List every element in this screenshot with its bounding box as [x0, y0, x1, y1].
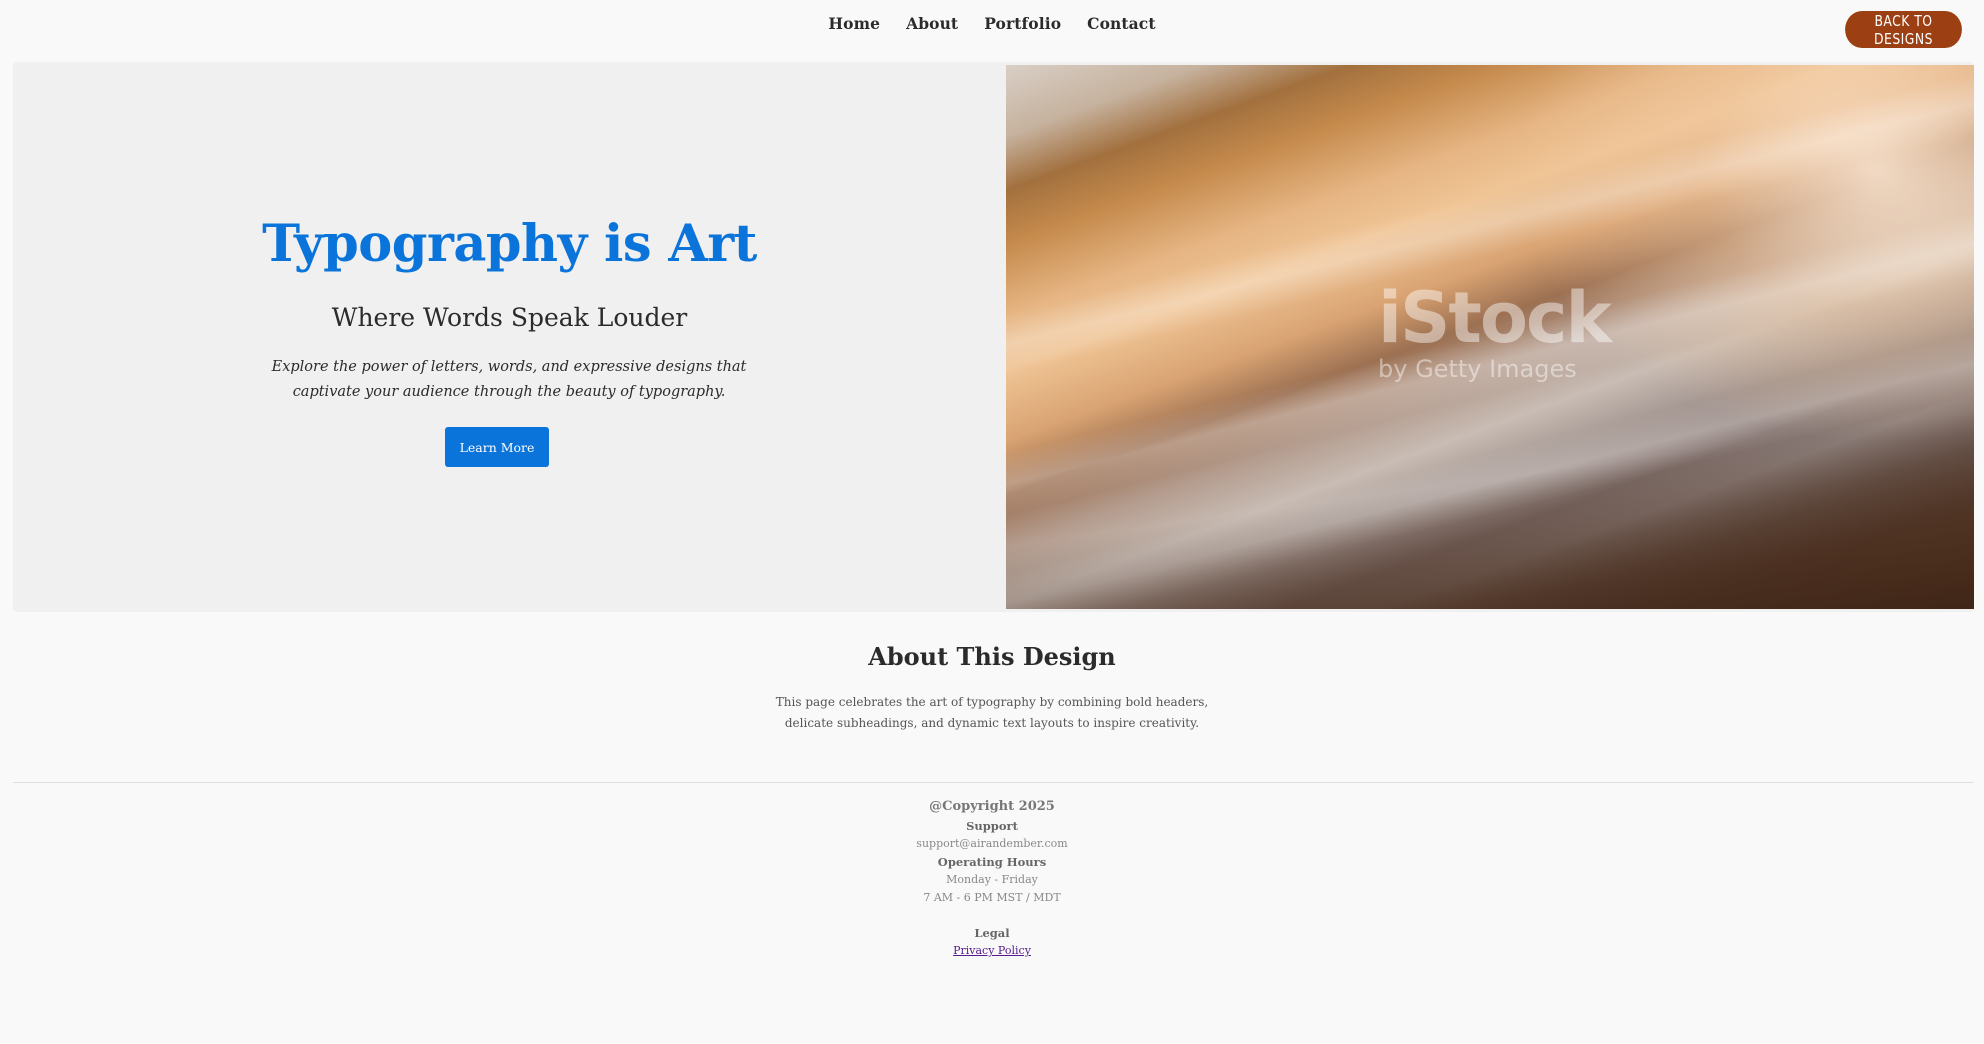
footer: @Copyright 2025 Support support@airandem…: [0, 796, 1984, 960]
support-email: support@airandember.com: [916, 837, 1068, 850]
watermark-main-text: iStock: [1378, 277, 1612, 359]
learn-more-button[interactable]: Learn More: [445, 427, 549, 467]
hero-section: Typography is Art Where Words Speak Loud…: [13, 62, 1974, 612]
top-navigation: Home About Portfolio Contact: [0, 14, 1984, 33]
footer-spacer: [0, 907, 1984, 924]
support-heading: Support: [966, 819, 1018, 833]
nav-link-about[interactable]: About: [906, 14, 958, 33]
copyright-text: @Copyright 2025: [929, 799, 1055, 814]
nav-link-contact[interactable]: Contact: [1087, 14, 1155, 33]
about-title: About This Design: [868, 642, 1116, 671]
legal-heading: Legal: [974, 926, 1010, 940]
watermark-sub-text: by Getty Images: [1378, 355, 1577, 383]
hours-time: 7 AM - 6 PM MST / MDT: [923, 891, 1061, 904]
hero-book-image: iStock by Getty Images: [1006, 65, 1974, 609]
hero-description: Explore the power of letters, words, and…: [271, 359, 747, 400]
back-to-designs-button[interactable]: Back to Designs: [1845, 11, 1962, 48]
istock-watermark: iStock by Getty Images: [1378, 277, 1612, 383]
hero-title: Typography is Art: [262, 214, 757, 274]
hero-text-panel: Typography is Art Where Words Speak Loud…: [13, 62, 1006, 612]
hours-heading: Operating Hours: [937, 855, 1047, 869]
about-text: This page celebrates the art of typograp…: [775, 695, 1209, 730]
nav-link-portfolio[interactable]: Portfolio: [984, 14, 1061, 33]
privacy-line: Privacy Policy: [0, 942, 1984, 960]
privacy-policy-link[interactable]: Privacy Policy: [953, 944, 1031, 957]
hero-subtitle: Where Words Speak Louder: [331, 303, 688, 332]
nav-link-home[interactable]: Home: [828, 14, 880, 33]
hours-days: Monday - Friday: [946, 873, 1038, 886]
footer-divider: [13, 782, 1974, 783]
